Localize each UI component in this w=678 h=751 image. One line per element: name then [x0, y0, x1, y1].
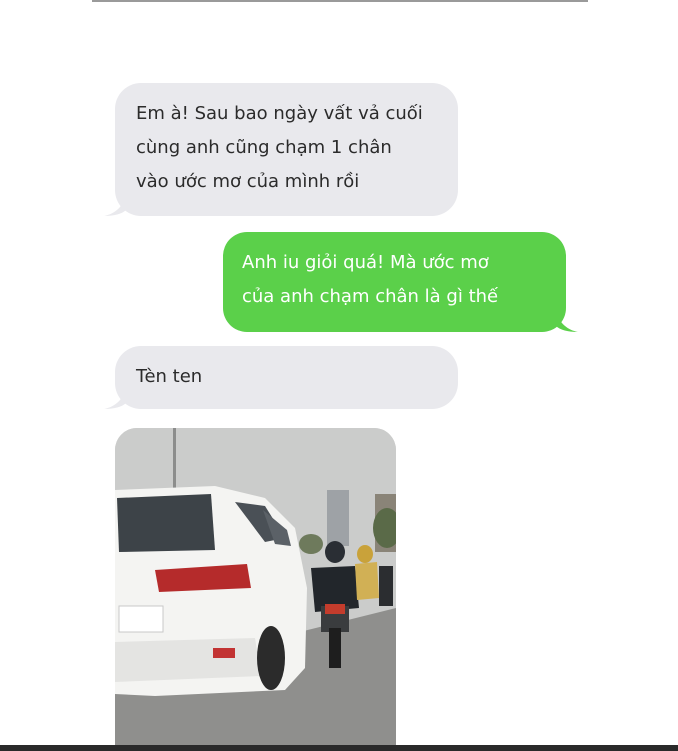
sent-bubble-tail — [556, 312, 578, 332]
bottom-edge — [0, 745, 678, 751]
received-bubble-tail — [104, 196, 126, 216]
received-message-bubble[interactable]: Em à! Sau bao ngày vất vả cuối cùng anh … — [115, 83, 458, 216]
received-message-bubble[interactable]: Tèn ten — [115, 346, 458, 409]
message-text-line: cùng anh cũng chạm 1 chân — [136, 137, 392, 158]
message-text-line: vào ước mơ của mình rồi — [136, 171, 360, 192]
message-text-line: Em à! Sau bao ngày vất vả cuối — [136, 103, 423, 124]
top-divider — [92, 0, 588, 2]
street-scene-image — [115, 428, 396, 751]
message-text-line: Anh iu giỏi quá! Mà ước mơ — [242, 252, 489, 273]
received-bubble-tail — [104, 389, 126, 409]
sent-message-bubble[interactable]: Anh iu giỏi quá! Mà ước mơ của anh chạm … — [223, 232, 566, 332]
photo-message[interactable] — [115, 428, 396, 751]
message-text-line: của anh chạm chân là gì thế — [242, 286, 499, 307]
message-text-line: Tèn ten — [136, 366, 203, 387]
